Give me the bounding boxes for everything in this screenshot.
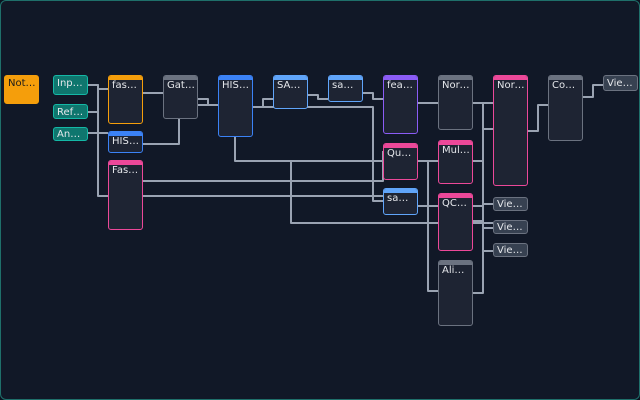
wire-count-view <box>583 84 603 98</box>
workflow-canvas[interactable]: Notes Input… Refer… Annot… fastp… HISAT…… <box>0 0 640 400</box>
notes-node[interactable]: Notes <box>4 75 39 104</box>
quality-label: Quali… <box>387 148 415 159</box>
multiqc-node[interactable]: Multi… <box>438 140 473 184</box>
samtools-2-label: samto… <box>387 193 415 204</box>
fastp-node[interactable]: fastp… <box>108 75 143 124</box>
wire-refer-hisat <box>88 111 108 134</box>
annotation-label: Annot… <box>57 129 85 140</box>
sam-label: SAM t… <box>277 80 305 91</box>
view-node-3[interactable]: View… <box>493 220 528 234</box>
connection-wires <box>88 84 603 294</box>
wire-hisat-samto2 <box>253 106 383 202</box>
view-3-label: View… <box>497 222 525 233</box>
hisat-align-node[interactable]: HISAT… <box>218 75 253 137</box>
view-node-4[interactable]: View… <box>493 243 528 257</box>
reference-node[interactable]: Refer… <box>53 104 88 119</box>
normalize-node-1[interactable]: Norma… <box>438 75 473 130</box>
alignment-label: Align… <box>442 265 470 276</box>
wire-input-fastqc <box>88 84 108 197</box>
qc-dashboard-node[interactable]: QC Da… <box>438 193 473 251</box>
samtools-node-1[interactable]: samto… <box>328 75 363 102</box>
view-4-label: View… <box>497 245 525 256</box>
wire-hisat-sam <box>253 98 273 108</box>
normalize-2-label: Norma… <box>497 80 525 91</box>
notes-label: Notes <box>8 78 36 89</box>
featurecounts-node[interactable]: featu… <box>383 75 418 134</box>
multiqc-label: Multi… <box>442 145 470 156</box>
view-node-2[interactable]: View… <box>493 197 528 211</box>
view-2-label: View… <box>497 199 525 210</box>
normalize-1-label: Norma… <box>442 80 470 91</box>
featurecounts-label: featu… <box>387 80 415 91</box>
gate-label: Gate… <box>167 80 195 91</box>
wire-align-norma2 <box>473 129 484 294</box>
input-label: Input… <box>57 78 85 89</box>
input-node[interactable]: Input… <box>53 75 88 95</box>
sam-node[interactable]: SAM t… <box>273 75 308 109</box>
gate-node[interactable]: Gate… <box>163 75 198 119</box>
hisat-index-node[interactable]: HISAT… <box>108 131 143 153</box>
view-node-1[interactable]: View… <box>603 75 638 91</box>
reference-label: Refer… <box>57 107 85 118</box>
hisat-index-label: HISAT… <box>112 136 140 147</box>
quality-node[interactable]: Quali… <box>383 143 418 180</box>
wire-sam-samto <box>308 94 328 100</box>
alignment-node[interactable]: Align… <box>438 260 473 326</box>
normalize-node-2[interactable]: Norma… <box>493 75 528 186</box>
annotation-node[interactable]: Annot… <box>53 127 88 141</box>
fastp-label: fastp… <box>112 80 140 91</box>
wire-samto-featu <box>363 92 383 100</box>
qc-dashboard-label: QC Da… <box>442 198 470 209</box>
count-node[interactable]: Count… <box>548 75 583 141</box>
fastqc-label: FastQC <box>112 165 140 176</box>
samtools-1-label: samto… <box>332 80 360 91</box>
view-1-label: View… <box>607 78 635 89</box>
count-label: Count… <box>552 80 580 91</box>
hisat-align-label: HISAT… <box>222 80 250 91</box>
wire-fastqc-quali <box>143 151 384 182</box>
fastqc-node[interactable]: FastQC <box>108 160 143 230</box>
wire-norma2-count <box>528 104 548 132</box>
wire-mid <box>290 161 383 197</box>
wire-hisat-gate <box>143 119 180 145</box>
samtools-node-2[interactable]: samto… <box>383 188 418 215</box>
